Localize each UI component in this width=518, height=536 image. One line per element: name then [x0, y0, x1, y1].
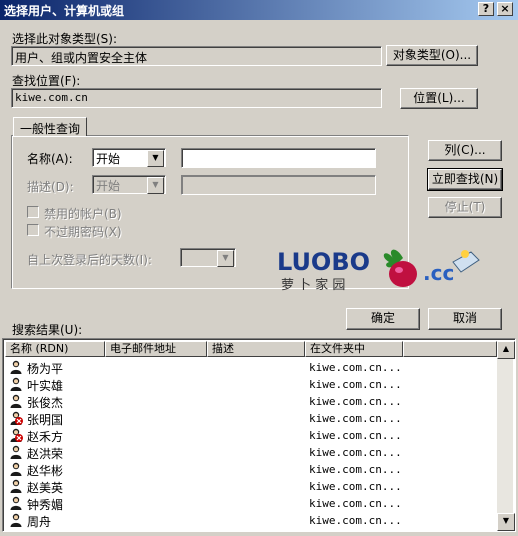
row-folder: kiwe.com.cn... [309, 395, 402, 408]
object-types-button[interactable]: 对象类型(O)... [386, 45, 478, 66]
location-field: kiwe.com.cn [11, 88, 382, 108]
row-folder: kiwe.com.cn... [309, 361, 402, 374]
search-results-list[interactable]: 名称 (RDN) 电子邮件地址 描述 在文件夹中 杨为平 kiwe.com.cn.… [2, 338, 516, 532]
chevron-down-icon[interactable]: ▼ [147, 177, 164, 194]
table-row[interactable]: 钟秀媚 kiwe.com.cn... [7, 495, 497, 512]
row-name: 赵华彬 [27, 464, 64, 478]
svg-text:LUOBO: LUOBO [277, 248, 370, 276]
row-name: 张明国 [27, 413, 64, 427]
column-header-spacer [403, 341, 497, 357]
location-label: 查找位置(F): [12, 74, 81, 88]
row-name: 钟秀媚 [27, 498, 64, 512]
name-label: 名称(A): [27, 152, 73, 166]
ok-button[interactable]: 确定 [346, 308, 420, 330]
find-now-button[interactable]: 立即查找(N) [427, 168, 503, 191]
object-type-field: 用户、组或内置安全主体 [11, 46, 382, 66]
help-button[interactable]: ? [478, 2, 494, 16]
table-row[interactable]: 赵华彬 kiwe.com.cn... [7, 461, 497, 478]
user-icon [10, 377, 22, 391]
column-header-name[interactable]: 名称 (RDN) [5, 341, 105, 357]
column-header-description[interactable]: 描述 [207, 341, 305, 357]
chevron-down-icon[interactable]: ▼ [147, 150, 164, 167]
description-label: 描述(D): [27, 180, 74, 194]
table-row[interactable]: 叶实雄 kiwe.com.cn... [7, 376, 497, 393]
title-bar[interactable]: 选择用户、计算机或组 ? × [0, 0, 518, 20]
description-mode-select[interactable]: 开始 ▼ [92, 175, 166, 194]
name-mode-select[interactable]: 开始 ▼ [92, 148, 166, 167]
table-row[interactable]: 赵洪荣 kiwe.com.cn... [7, 444, 497, 461]
row-name: 赵洪荣 [27, 447, 64, 461]
disabled-accounts-label: 禁用的帐户(B) [44, 207, 122, 221]
table-row[interactable]: 杨为平 kiwe.com.cn... [7, 359, 497, 376]
row-folder: kiwe.com.cn... [309, 514, 402, 527]
column-header-folder[interactable]: 在文件夹中 [305, 341, 403, 357]
row-name: 叶实雄 [27, 379, 64, 393]
stop-button[interactable]: 停止(T) [428, 197, 502, 218]
vertical-scrollbar[interactable]: ▲ ▼ [497, 341, 515, 531]
row-folder: kiwe.com.cn... [309, 378, 402, 391]
row-name: 杨为平 [27, 362, 64, 376]
row-folder: kiwe.com.cn... [309, 412, 402, 425]
cancel-button[interactable]: 取消 [428, 308, 502, 330]
days-since-logon-label: 自上次登录后的天数(I): [27, 253, 152, 267]
row-name: 周舟 [27, 515, 52, 529]
column-header-email[interactable]: 电子邮件地址 [105, 341, 207, 357]
table-row[interactable]: 张明国 kiwe.com.cn... [7, 410, 497, 427]
table-row[interactable]: 赵禾方 kiwe.com.cn... [7, 427, 497, 444]
user-icon [10, 496, 22, 510]
user-icon [10, 360, 22, 374]
table-row[interactable]: 赵美英 kiwe.com.cn... [7, 478, 497, 495]
name-mode-value: 开始 [96, 152, 121, 166]
user-icon [10, 445, 22, 459]
user-icon [10, 513, 22, 527]
chevron-down-icon[interactable]: ▼ [217, 250, 234, 267]
window-title: 选择用户、计算机或组 [4, 4, 125, 18]
disabled-accounts-checkbox[interactable] [27, 206, 39, 218]
locations-button[interactable]: 位置(L)... [400, 88, 478, 109]
table-row[interactable]: 周舟 kiwe.com.cn... [7, 512, 497, 529]
disabled-user-icon [10, 428, 23, 442]
non-expiring-password-label: 不过期密码(X) [44, 225, 122, 239]
row-folder: kiwe.com.cn... [309, 463, 402, 476]
user-icon [10, 479, 22, 493]
user-icon [10, 462, 22, 476]
columns-button[interactable]: 列(C)... [428, 140, 502, 161]
description-input[interactable] [181, 175, 376, 195]
row-name: 赵禾方 [27, 430, 64, 444]
name-input[interactable] [181, 148, 376, 168]
tab-common-queries[interactable]: 一般性查询 [13, 117, 88, 136]
row-name: 赵美英 [27, 481, 64, 495]
svg-text:萝 卜 家 园: 萝 卜 家 园 [281, 277, 345, 292]
row-folder: kiwe.com.cn... [309, 446, 402, 459]
scroll-down-icon[interactable]: ▼ [497, 513, 515, 531]
non-expiring-password-checkbox[interactable] [27, 224, 39, 236]
table-row[interactable]: 张俊杰 kiwe.com.cn... [7, 393, 497, 410]
row-folder: kiwe.com.cn... [309, 429, 402, 442]
disabled-user-icon [10, 411, 23, 425]
scroll-up-icon[interactable]: ▲ [497, 341, 515, 359]
luobo-watermark-logo: LUOBO 萝 卜 家 园 .cc [275, 244, 485, 293]
close-button[interactable]: × [497, 2, 513, 16]
user-icon [10, 394, 22, 408]
svg-text:.cc: .cc [423, 261, 454, 285]
object-type-label: 选择此对象类型(S): [12, 32, 118, 46]
days-since-logon-select[interactable]: ▼ [180, 248, 236, 267]
row-folder: kiwe.com.cn... [309, 480, 402, 493]
description-mode-value: 开始 [96, 179, 121, 193]
row-folder: kiwe.com.cn... [309, 497, 402, 510]
search-results-label: 搜索结果(U): [12, 323, 83, 337]
row-name: 张俊杰 [27, 396, 64, 410]
